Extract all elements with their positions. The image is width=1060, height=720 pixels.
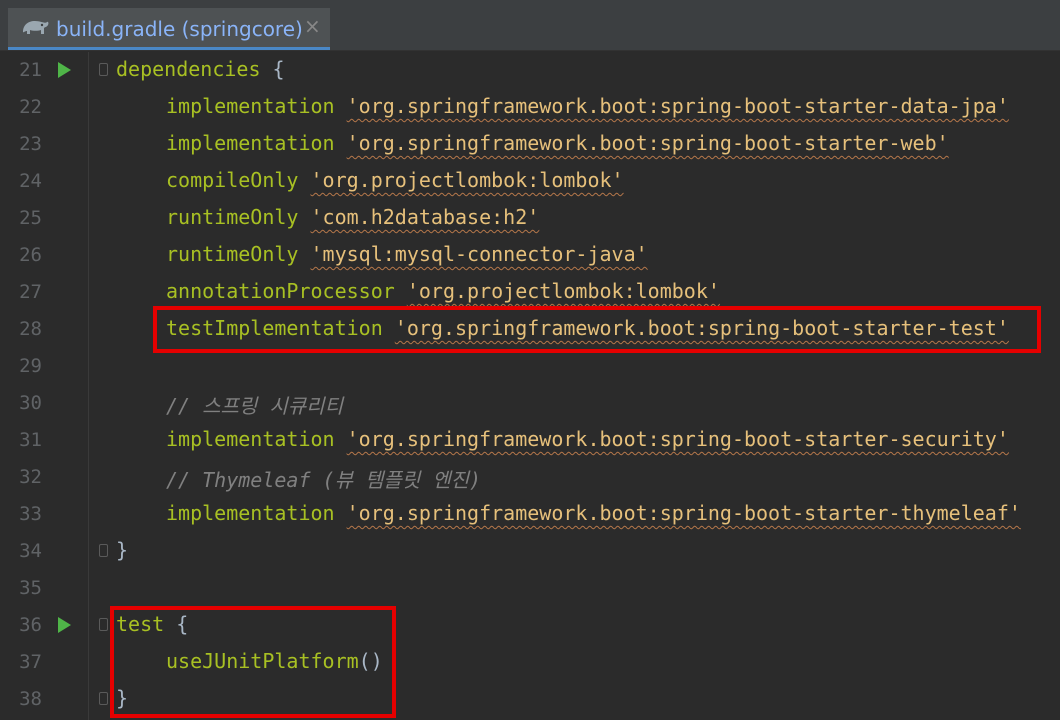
- line-number: 23: [19, 133, 42, 155]
- close-icon[interactable]: ×: [304, 14, 321, 38]
- line-number: 24: [19, 170, 42, 192]
- tab-title: build.gradle (springcore): [56, 17, 303, 41]
- code-line: 31 implementation 'org.springframework.b…: [0, 422, 1060, 459]
- keyword-token: implementation: [166, 427, 335, 451]
- string-token: 'org.projectlombok:lombok': [310, 168, 624, 192]
- editor-tab-bar: build.gradle (springcore) ×: [0, 0, 1060, 51]
- code-text: implementation 'org.springframework.boot…: [166, 501, 1021, 525]
- run-gutter-icon[interactable]: [58, 617, 71, 633]
- code-line: 30 // 스프링 시큐리티: [0, 385, 1060, 422]
- string-token: 'org.springframework.boot:spring-boot-st…: [346, 94, 1009, 118]
- line-number: 34: [19, 540, 42, 562]
- line-number: 28: [19, 318, 42, 340]
- fold-icon[interactable]: [99, 618, 108, 631]
- line-number: 31: [19, 429, 42, 451]
- keyword-token: runtimeOnly: [166, 205, 299, 229]
- line-number: 32: [19, 466, 42, 488]
- code-line: 22 implementation 'org.springframework.b…: [0, 89, 1060, 126]
- code-text: runtimeOnly 'mysql:mysql-connector-java': [166, 242, 648, 266]
- code-text: compileOnly 'org.projectlombok:lombok': [166, 168, 624, 192]
- fold-icon[interactable]: [99, 63, 108, 76]
- string-token: 'org.springframework.boot:spring-boot-st…: [346, 501, 1021, 525]
- line-number: 30: [19, 392, 42, 414]
- string-token: 'org.springframework.boot:spring-boot-st…: [346, 131, 949, 155]
- highlight-box-test-implementation: [153, 306, 1041, 353]
- tab-build-gradle[interactable]: build.gradle (springcore) ×: [8, 8, 330, 50]
- keyword-token: implementation: [166, 94, 335, 118]
- line-number: 29: [19, 355, 42, 377]
- fold-icon[interactable]: [99, 544, 108, 557]
- code-line: 34 }: [0, 533, 1060, 570]
- line-number: 27: [19, 281, 42, 303]
- string-token: 'mysql:mysql-connector-java': [310, 242, 648, 266]
- line-number: 22: [19, 96, 42, 118]
- highlight-box-test-block: [110, 606, 396, 718]
- code-line: 35: [0, 570, 1060, 607]
- code-line: 23 implementation 'org.springframework.b…: [0, 126, 1060, 163]
- closing-brace: }: [116, 538, 129, 562]
- code-text: implementation 'org.springframework.boot…: [166, 94, 1009, 118]
- string-token: 'com.h2database:h2': [310, 205, 540, 229]
- string-token: 'org.springframework.boot:spring-boot-st…: [346, 427, 1009, 451]
- keyword-token: compileOnly: [166, 168, 299, 192]
- code-line: 26 runtimeOnly 'mysql:mysql-connector-ja…: [0, 237, 1060, 274]
- keyword-token: runtimeOnly: [166, 242, 299, 266]
- keyword-token: implementation: [166, 501, 335, 525]
- code-line: 24 compileOnly 'org.projectlombok:lombok…: [0, 163, 1060, 200]
- code-line: 33 implementation 'org.springframework.b…: [0, 496, 1060, 533]
- line-number: 37: [19, 651, 42, 673]
- comment-text: // 스프링 시큐리티: [166, 394, 343, 418]
- line-number: 26: [19, 244, 42, 266]
- code-text: annotationProcessor 'org.projectlombok:l…: [166, 279, 720, 303]
- run-gutter-icon[interactable]: [58, 62, 71, 78]
- code-text: runtimeOnly 'com.h2database:h2': [166, 205, 539, 229]
- line-number: 35: [19, 577, 42, 599]
- code-text: implementation 'org.springframework.boot…: [166, 427, 1009, 451]
- code-text: implementation 'org.springframework.boot…: [166, 131, 949, 155]
- line-number: 25: [19, 207, 42, 229]
- line-number: 38: [19, 688, 42, 710]
- fold-icon[interactable]: [99, 692, 108, 705]
- code-line: 29: [0, 348, 1060, 385]
- code-text: dependencies {: [116, 57, 285, 81]
- string-token: 'org.projectlombok:lombok': [406, 279, 720, 303]
- gradle-elephant-icon: [23, 21, 49, 34]
- keyword-token: implementation: [166, 131, 335, 155]
- line-number: 21: [19, 59, 42, 81]
- keyword-token: annotationProcessor: [166, 279, 395, 303]
- line-number: 36: [19, 614, 42, 636]
- code-line: 32 // Thymeleaf (뷰 템플릿 엔진): [0, 459, 1060, 496]
- punctuation-token: {: [260, 57, 285, 81]
- keyword-token: dependencies: [116, 57, 261, 81]
- code-line: 21 dependencies {: [0, 52, 1060, 89]
- line-number: 33: [19, 503, 42, 525]
- comment-text: // Thymeleaf (뷰 템플릿 엔진): [166, 468, 482, 492]
- code-line: 25 runtimeOnly 'com.h2database:h2': [0, 200, 1060, 237]
